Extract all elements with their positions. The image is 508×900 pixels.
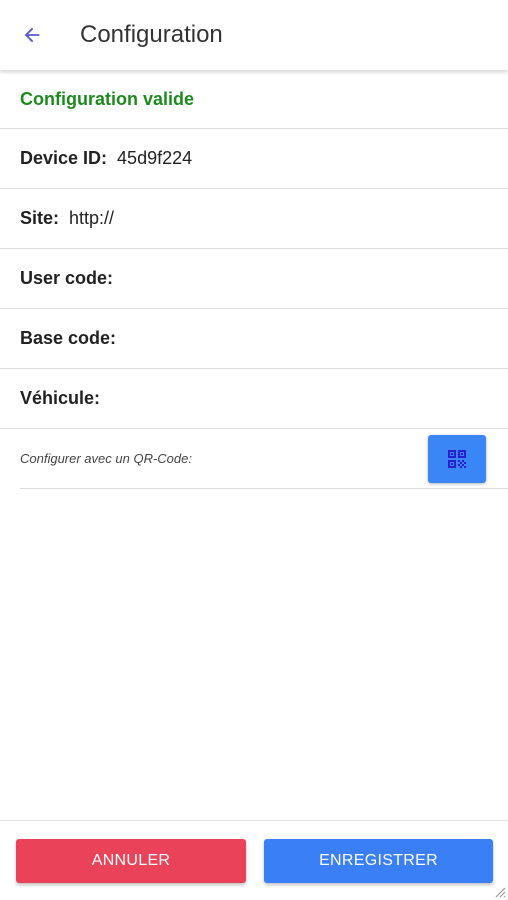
configuration-screen: Configuration Configuration valide Devic… (0, 0, 508, 900)
site-row: Site: http:// (0, 189, 508, 249)
config-list: Configuration valide Device ID: 45d9f224… (0, 70, 508, 489)
app-header: Configuration (0, 0, 508, 70)
qr-config-label: Configurer avec un QR-Code: (20, 451, 192, 466)
status-text: Configuration valide (20, 88, 195, 109)
user-code-row: User code: (0, 249, 508, 309)
site-label: Site: (20, 208, 60, 228)
cancel-button[interactable]: ANNULER (16, 839, 246, 883)
resize-grip-icon[interactable] (492, 884, 506, 898)
device-id-label: Device ID: (20, 148, 108, 168)
action-footer: ANNULER ENREGISTRER (0, 820, 508, 900)
page-title: Configuration (80, 21, 223, 48)
qr-config-row: Configurer avec un QR-Code: (20, 429, 508, 489)
user-code-label: User code: (20, 268, 114, 288)
arrow-left-icon (24, 27, 40, 43)
qr-scan-button[interactable] (428, 434, 486, 483)
site-value: http:// (69, 208, 115, 228)
qr-code-icon (448, 449, 466, 468)
base-code-label: Base code: (20, 328, 117, 348)
vehicle-label: Véhicule: (20, 388, 101, 408)
save-button[interactable]: ENREGISTRER (264, 839, 493, 883)
back-button[interactable] (12, 15, 52, 55)
base-code-row: Base code: (0, 309, 508, 369)
device-id-row: Device ID: 45d9f224 (0, 129, 508, 189)
vehicle-row: Véhicule: (0, 369, 508, 429)
device-id-value: 45d9f224 (117, 148, 193, 168)
status-row: Configuration valide (0, 70, 508, 129)
